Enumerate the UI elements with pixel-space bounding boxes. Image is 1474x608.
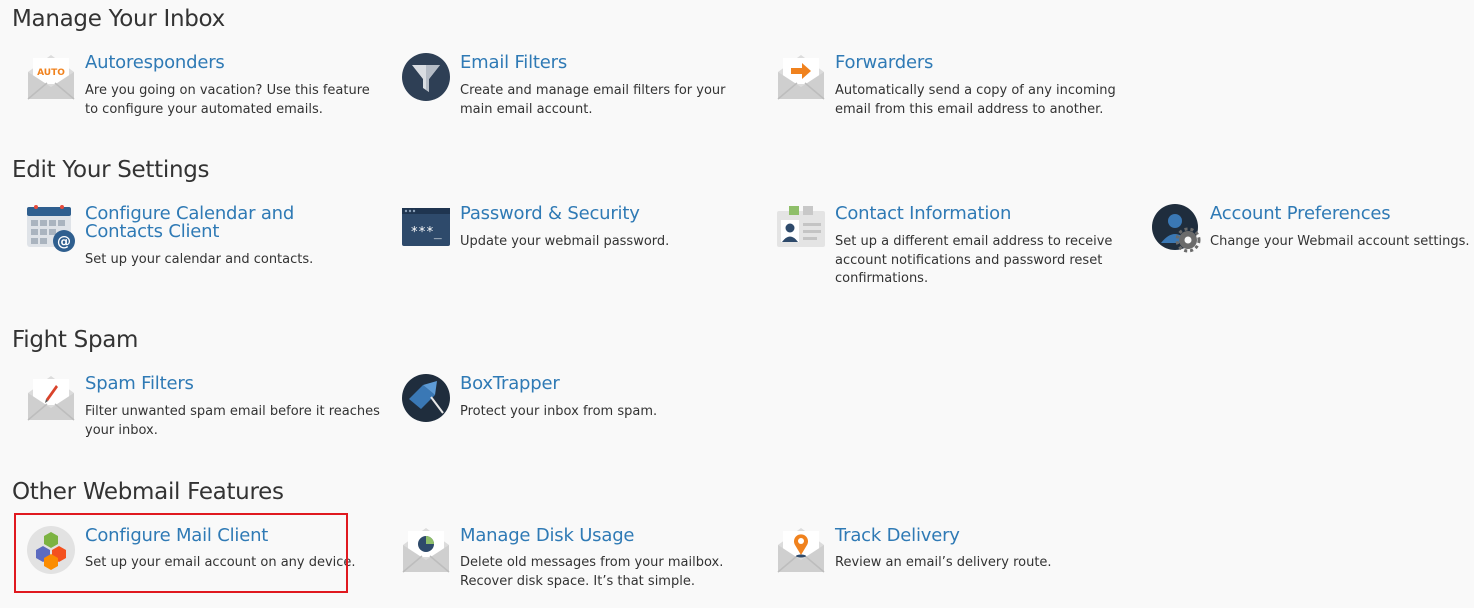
autoresponders-description: Are you going on vacation? Use this feat… xyxy=(85,83,370,117)
email-filters-description: Create and manage email filters for your… xyxy=(460,83,726,117)
section-title: Fight Spam xyxy=(12,327,139,353)
spam-envelope-icon xyxy=(26,373,76,423)
password-security-description: Update your webmail password. xyxy=(460,234,670,249)
track-delivery-link[interactable]: Track Delivery xyxy=(835,527,1125,545)
contact-card-icon xyxy=(776,203,826,253)
section-title: Other Webmail Features xyxy=(12,479,284,505)
svg-text:***_: ***_ xyxy=(410,225,441,240)
account-preferences-description: Change your Webmail account settings. xyxy=(1210,234,1470,249)
track-pin-envelope-icon xyxy=(776,525,826,575)
spam-filters-description: Filter unwanted spam email before it rea… xyxy=(85,404,380,438)
spam-filters-link[interactable]: Spam Filters xyxy=(85,375,375,393)
highlight-box xyxy=(14,513,348,593)
account-preferences-link[interactable]: Account Preferences xyxy=(1210,205,1474,223)
autoresponder-icon: AUTO xyxy=(26,52,76,102)
contact-information-link[interactable]: Contact Information xyxy=(835,205,1125,223)
svg-text:AUTO: AUTO xyxy=(37,68,65,78)
filter-funnel-icon xyxy=(401,52,451,102)
box-trap-icon xyxy=(401,373,451,423)
user-gear-icon xyxy=(1151,203,1201,253)
disk-usage-envelope-icon xyxy=(401,525,451,575)
contact-information-description: Set up a different email address to rece… xyxy=(835,234,1113,286)
forwarders-link[interactable]: Forwarders xyxy=(835,54,1125,72)
manage-disk-usage-description: Delete old messages from your mailbox. R… xyxy=(460,555,724,589)
email-filters-link[interactable]: Email Filters xyxy=(460,54,750,72)
calendar-contacts-link[interactable]: Configure Calendar and Contacts Client xyxy=(85,205,375,241)
track-delivery-description: Review an email’s delivery route. xyxy=(835,555,1052,570)
boxtrapper-description: Protect your inbox from spam. xyxy=(460,404,658,419)
section-title: Manage Your Inbox xyxy=(12,6,225,32)
svg-text:@: @ xyxy=(57,234,71,250)
boxtrapper-link[interactable]: BoxTrapper xyxy=(460,375,750,393)
forwarders-description: Automatically send a copy of any incomin… xyxy=(835,83,1116,117)
calendar-contacts-description: Set up your calendar and contacts. xyxy=(85,252,314,267)
password-window-icon: ***_ xyxy=(401,203,451,253)
autoresponders-link[interactable]: Autoresponders xyxy=(85,54,375,72)
password-security-link[interactable]: Password & Security xyxy=(460,205,750,223)
manage-disk-usage-link[interactable]: Manage Disk Usage xyxy=(460,527,750,545)
forward-arrow-icon xyxy=(776,52,826,102)
calendar-at-icon: @ xyxy=(26,203,76,253)
section-title: Edit Your Settings xyxy=(12,157,210,183)
